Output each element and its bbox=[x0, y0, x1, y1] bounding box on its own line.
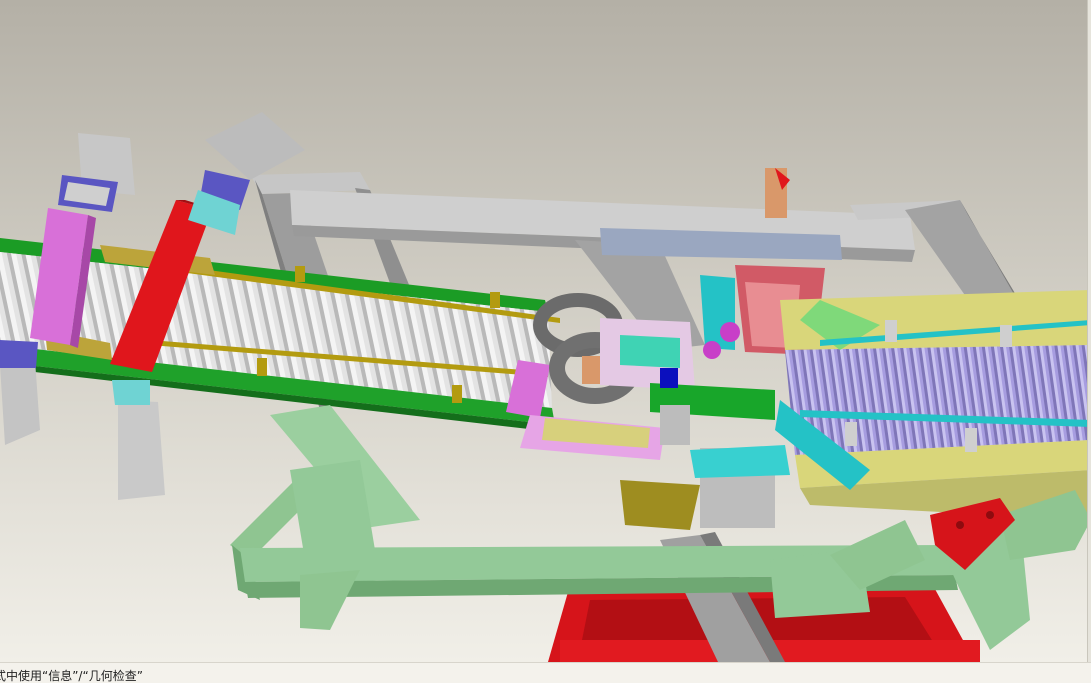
cad-model-canvas[interactable] bbox=[0, 0, 1091, 662]
pneumatic-cylinder-left-edge[interactable] bbox=[0, 340, 40, 445]
status-message: 式中使用“信息”/“几何检查” bbox=[0, 669, 143, 683]
status-bar: 式中使用“信息”/“几何检查” bbox=[0, 662, 1091, 683]
cad-3d-viewport[interactable] bbox=[0, 0, 1091, 662]
vertical-scrollbar[interactable] bbox=[1087, 0, 1091, 662]
